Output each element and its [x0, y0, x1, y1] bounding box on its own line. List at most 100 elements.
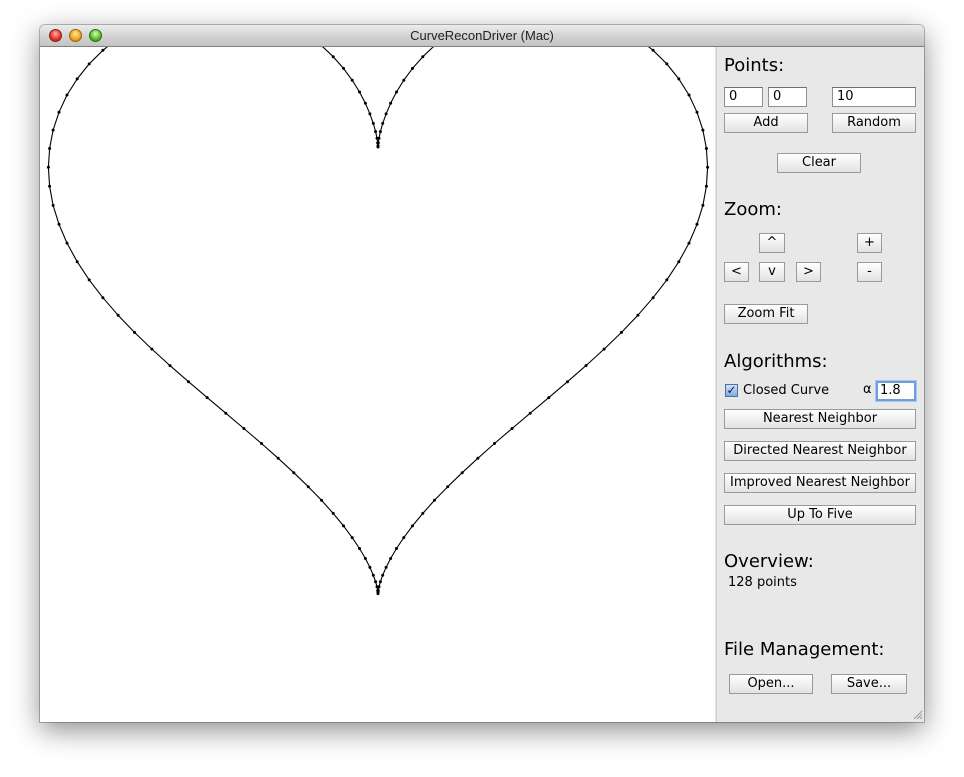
curve-point — [695, 222, 699, 226]
curve-point — [331, 55, 335, 59]
drawing-canvas[interactable] — [40, 25, 715, 722]
zoom-in-button[interactable]: + — [857, 233, 882, 253]
curve-point — [704, 184, 708, 188]
y-coordinate-field[interactable]: 0 — [768, 87, 807, 107]
curve-point — [51, 128, 55, 132]
clear-button[interactable]: Clear — [777, 153, 861, 173]
curve-point — [704, 147, 708, 150]
closed-curve-checkbox[interactable]: ✓ — [725, 384, 738, 397]
app-window: CurveReconDriver (Mac) Points: 0 0 10 Ad… — [40, 25, 924, 722]
curve-point — [368, 112, 372, 116]
curve-point — [389, 101, 393, 105]
curve-point — [320, 498, 323, 502]
curve-point — [651, 48, 655, 52]
save-file-button[interactable]: Save... — [831, 674, 907, 694]
curve-point — [411, 66, 414, 70]
curve-point — [402, 78, 406, 82]
zoom-fit-button[interactable]: Zoom Fit — [724, 304, 808, 324]
random-count-field[interactable]: 10 — [832, 87, 916, 107]
up-to-five-button[interactable]: Up To Five — [724, 505, 916, 525]
curve-point — [706, 165, 710, 169]
curve-point — [205, 396, 209, 400]
curve-point — [374, 580, 378, 584]
nearest-neighbor-button[interactable]: Nearest Neighbor — [724, 409, 916, 429]
curve-point — [342, 524, 345, 528]
directed-nearest-neighbor-button[interactable]: Directed Nearest Neighbor — [724, 441, 916, 461]
curve-point — [168, 364, 172, 368]
curve-point — [57, 110, 61, 114]
x-coordinate-field[interactable]: 0 — [724, 87, 763, 107]
curve-point — [528, 411, 532, 415]
curve-point — [665, 278, 669, 282]
curve-point — [75, 260, 79, 264]
curve-point — [665, 62, 669, 66]
curve-point — [376, 144, 380, 148]
curve-point — [224, 411, 228, 415]
pan-down-button[interactable]: v — [759, 262, 785, 282]
curve-point — [411, 524, 414, 528]
file-management-heading: File Management: — [724, 639, 885, 660]
curve-point — [331, 511, 335, 515]
curve-points — [46, 25, 710, 596]
curve-point — [342, 66, 345, 70]
pan-up-button[interactable]: ^ — [759, 233, 785, 253]
pan-right-button[interactable]: > — [796, 262, 821, 282]
curve-point — [677, 77, 681, 81]
curve-point — [101, 296, 105, 300]
algorithms-heading: Algorithms: — [724, 351, 828, 372]
zoom-out-button[interactable]: - — [857, 262, 882, 282]
curve-point — [87, 278, 91, 282]
curve-point — [376, 141, 380, 145]
curve-point — [389, 557, 393, 560]
curve-point — [371, 121, 375, 125]
curve-point — [350, 78, 354, 82]
curve-point — [493, 442, 496, 445]
alpha-input[interactable]: 1.8 — [876, 381, 916, 401]
title-bar[interactable]: CurveReconDriver (Mac) — [40, 25, 924, 47]
curve-point — [421, 511, 425, 515]
curve-point — [350, 536, 354, 540]
curve-point — [101, 48, 105, 52]
curve-point — [51, 203, 55, 207]
curve-point — [358, 90, 361, 94]
curve-point — [306, 485, 310, 489]
curve-point — [48, 147, 52, 150]
curve-point — [358, 547, 361, 550]
curve-point — [363, 557, 367, 560]
open-file-button[interactable]: Open... — [729, 674, 813, 694]
curve-point — [476, 456, 480, 460]
curve-point — [620, 330, 623, 334]
curve-plot — [46, 25, 710, 596]
curve-point — [510, 427, 514, 430]
curve-point — [276, 456, 280, 460]
closed-curve-label: Closed Curve — [743, 383, 830, 398]
curve-line — [47, 25, 709, 595]
curve-point — [133, 330, 136, 334]
curve-point — [446, 485, 450, 489]
curve-point — [584, 364, 588, 368]
curve-point — [381, 121, 385, 125]
window-title: CurveReconDriver (Mac) — [410, 28, 554, 43]
curve-point — [395, 547, 398, 550]
curve-point — [381, 573, 385, 577]
resize-grip-icon[interactable] — [913, 710, 923, 720]
curve-point — [65, 241, 69, 245]
alpha-symbol: α — [863, 382, 872, 397]
curve-point — [375, 136, 379, 140]
curve-point — [547, 396, 551, 400]
curve-point — [260, 442, 263, 445]
curve-point — [371, 573, 375, 577]
curve-point — [651, 296, 655, 300]
curve-point — [687, 241, 691, 245]
add-point-button[interactable]: Add — [724, 113, 808, 133]
improved-nearest-neighbor-button[interactable]: Improved Nearest Neighbor — [724, 473, 916, 493]
curve-point — [375, 585, 379, 589]
point-count-text: 128 points — [728, 575, 797, 590]
pan-left-button[interactable]: < — [724, 262, 749, 282]
random-points-button[interactable]: Random — [832, 113, 916, 133]
curve-point — [376, 589, 380, 593]
curve-point — [187, 380, 190, 384]
curve-point — [695, 110, 699, 114]
curve-point — [116, 313, 120, 317]
points-heading: Points: — [724, 55, 785, 76]
